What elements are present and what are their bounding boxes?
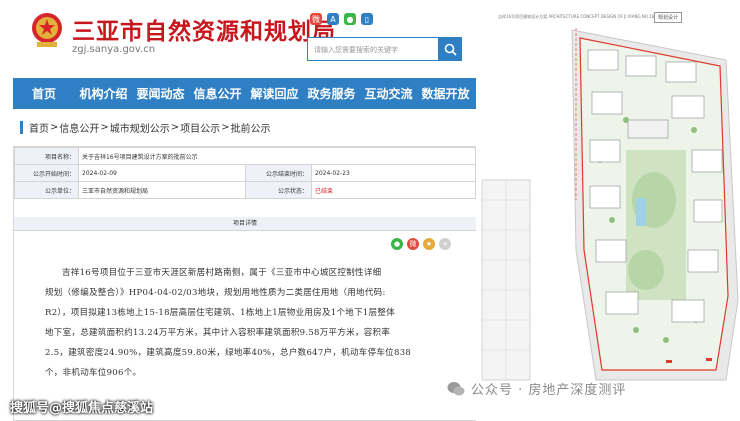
description-line: 规划（修编及整合）》HP04-04-02/03地块，规划用地性质为二类居住用地（… (45, 288, 386, 298)
weibo-icon[interactable]: 微 (310, 13, 322, 25)
more-share-icon[interactable]: + (439, 238, 451, 250)
start-date-value: 2024-02-09 (78, 164, 246, 182)
breadcrumb-project[interactable]: 项目公示 (180, 120, 220, 135)
project-name-label: 项目名称： (14, 147, 79, 165)
detail-header: 项目详情 (14, 217, 476, 231)
sohu-watermark: 搜狐号@搜狐焦点慈溪站 (10, 401, 154, 416)
section-drawing (481, 179, 531, 381)
nav-item-interpretation[interactable]: 解读回应 (246, 85, 303, 102)
description-line: 个，非机动车位906个。 (45, 368, 142, 378)
description-line: 吉祥16号项目位于三亚市天涯区新居村路南侧，属于《三亚市中心城区控制性详细 (62, 268, 382, 278)
breadcrumb-current[interactable]: 批前公示 (231, 120, 271, 135)
site-url: zgj.sanya.gov.cn (72, 44, 156, 55)
description-line: R2），项目拟建13栋地上15-18层高层住宅建筑、1栋地上1层物业用房及1个地… (45, 308, 396, 318)
nav-item-info[interactable]: 信息公开 (189, 85, 246, 102)
nav-item-home[interactable]: 首页 (13, 85, 75, 102)
nav-item-data[interactable]: 数据开放 (417, 85, 474, 102)
screenshot-root: 三亚市自然资源和规划局 zgj.sanya.gov.cn 微 A ● ▯ 请输入… (0, 0, 740, 421)
amenity-building (627, 119, 669, 139)
status-label: 公示状态： (245, 181, 312, 199)
breadcrumb-separator: > (170, 121, 180, 133)
wechat-logo-icon (447, 381, 465, 395)
breadcrumb: 首页 > 信息公开 > 城市规划公示 > 项目公示 > 批前公示 (13, 116, 476, 138)
breadcrumb-planning[interactable]: 城市规划公示 (110, 120, 170, 135)
breadcrumb-separator: > (50, 121, 59, 133)
master-plan-drawing (481, 28, 739, 381)
breadcrumb-marker (20, 120, 23, 134)
breadcrumb-separator: > (100, 121, 109, 133)
national-emblem-icon (32, 13, 62, 47)
search-input[interactable]: 请输入您需要搜索的关键字 (307, 37, 439, 61)
description-line: 2.5，建筑密度24.90%，建筑高度59.80米，绿地率40%，总户数647户… (45, 348, 412, 358)
end-date-value: 2024-02-23 (311, 164, 476, 182)
status-badge: 已结束 (311, 181, 476, 199)
unit-value: 三亚市自然资源和规划局 (78, 181, 246, 199)
search-icon (444, 43, 457, 56)
start-date-label: 公示开始时间： (14, 164, 79, 182)
breadcrumb-separator: > (221, 121, 230, 133)
unit-label: 公示单位： (14, 181, 79, 199)
nav-item-interaction[interactable]: 互动交流 (360, 85, 417, 102)
site-title[interactable]: 三亚市自然资源和规划局 (72, 12, 336, 46)
weibo-share-icon[interactable]: 微 (407, 238, 419, 250)
wechat-share-icon[interactable]: ● (391, 238, 403, 250)
breadcrumb-home[interactable]: 首页 (29, 120, 49, 135)
wechat-icon[interactable]: ● (344, 13, 356, 25)
site-header: 三亚市自然资源和规划局 zgj.sanya.gov.cn 微 A ● ▯ 请输入… (0, 0, 476, 78)
project-description: 吉祥16号项目位于三亚市天涯区新居村路南侧，属于《三亚市中心城区控制性详细 规划… (45, 263, 417, 383)
header-icon-group: 微 A ● ▯ (310, 13, 373, 25)
qzone-share-icon[interactable]: ★ (423, 238, 435, 250)
breadcrumb-info[interactable]: 信息公开 (59, 120, 99, 135)
share-icons: ● 微 ★ + (391, 238, 451, 250)
end-date-label: 公示结束时间： (245, 164, 312, 182)
project-name-value: 关于吉祥16号项目建筑设计方案的批前公示 (78, 147, 476, 165)
notice-panel: 项目名称： 关于吉祥16号项目建筑设计方案的批前公示 公示开始时间： 2024-… (13, 146, 476, 421)
app-icon[interactable]: A (327, 13, 339, 25)
mobile-icon[interactable]: ▯ (361, 13, 373, 25)
notice-info-table: 项目名称： 关于吉祥16号项目建筑设计方案的批前公示 公示开始时间： 2024-… (14, 147, 476, 199)
nav-item-news[interactable]: 要闻动态 (132, 85, 189, 102)
main-nav: 首页 机构介绍 要闻动态 信息公开 解读回应 政务服务 互动交流 数据开放 (13, 78, 476, 109)
description-line: 地下室，总建筑面积约13.24万平方米，其中计入容积率建筑面积9.58万平方米，… (45, 328, 391, 338)
government-website: 三亚市自然资源和规划局 zgj.sanya.gov.cn 微 A ● ▯ 请输入… (0, 0, 476, 421)
wechat-watermark: 公众号 · 房地产深度测评 (447, 379, 626, 398)
search-button[interactable] (438, 37, 462, 61)
nav-item-about[interactable]: 机构介绍 (75, 85, 132, 102)
nav-item-services[interactable]: 政务服务 (303, 85, 360, 102)
site-master-plan: 吉祥16号项目建筑设计方案 ARCHITECTURE CONCEPT DESIG… (476, 0, 740, 421)
wechat-watermark-text: 公众号 · 房地产深度测评 (471, 383, 627, 398)
